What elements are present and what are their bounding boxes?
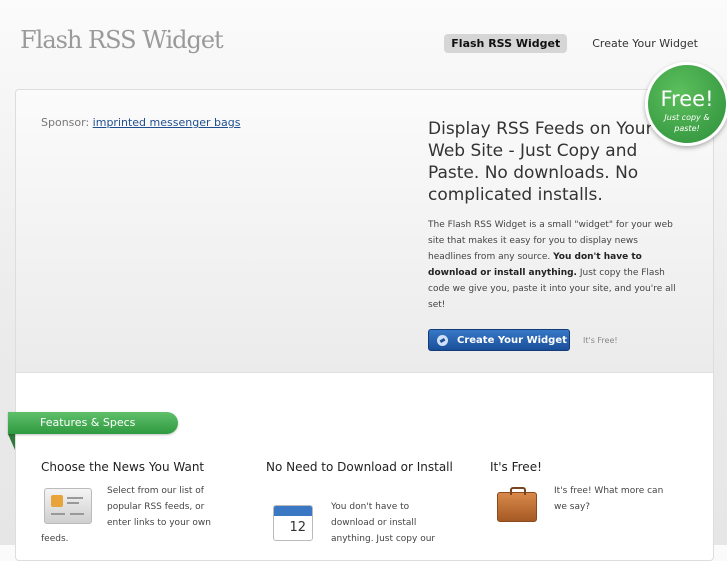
- hero-description: The Flash RSS Widget is a small "widget"…: [428, 217, 683, 313]
- feature-title: Choose the News You Want: [41, 460, 205, 474]
- site-logo[interactable]: Flash RSS Widget: [20, 26, 224, 54]
- ribbon-fold: [8, 434, 15, 450]
- card-line: [67, 497, 83, 499]
- sponsor-prefix: Sponsor:: [41, 116, 90, 129]
- feature-text: You don't have to download or install an…: [331, 502, 436, 544]
- free-badge-title: Free!: [660, 87, 714, 111]
- calendar-icon: 12: [273, 505, 313, 541]
- hero-section: Sponsor: imprinted messenger bags Displa…: [16, 90, 713, 373]
- card-line: [70, 513, 84, 515]
- create-widget-button[interactable]: Create Your Widget: [428, 329, 570, 351]
- nav-item-create-widget[interactable]: Create Your Widget: [585, 34, 705, 53]
- create-widget-button-label: Create Your Widget: [457, 334, 567, 346]
- nav-item-flash-rss-widget[interactable]: Flash RSS Widget: [444, 34, 568, 53]
- hero-title: Display RSS Feeds on Your Web Site - Jus…: [428, 119, 653, 205]
- free-badge-subtitle-1: Just copy &: [664, 113, 710, 122]
- briefcase-icon: [497, 487, 537, 522]
- feature-no-download: No Need to Download or Install You don't…: [266, 459, 461, 544]
- contact-card-icon: [44, 488, 92, 524]
- free-note: It's Free!: [583, 336, 618, 345]
- feature-text: It's free! What more can we say?: [554, 486, 664, 512]
- free-badge: Free! Just copy & paste!: [645, 62, 727, 146]
- sponsor-link[interactable]: imprinted messenger bags: [93, 116, 241, 129]
- feature-free: It's Free! It's free! What more can we s…: [490, 459, 685, 512]
- avatar: [51, 495, 63, 507]
- calendar-number: 12: [289, 520, 306, 535]
- feature-text: Select from our list of popular RSS feed…: [107, 486, 211, 528]
- sponsor-line: Sponsor: imprinted messenger bags: [41, 116, 240, 129]
- feature-choose-news: Choose the News You Want Select from our…: [41, 459, 236, 544]
- card-line: [51, 513, 65, 515]
- main-nav: Flash RSS Widget Create Your Widget: [444, 34, 705, 53]
- features-ribbon: Features & Specs: [8, 412, 178, 434]
- free-badge-subtitle-2: paste!: [674, 124, 700, 133]
- arrow-icon: [437, 334, 448, 346]
- calendar-header: [274, 506, 312, 516]
- feature-title: No Need to Download or Install: [266, 460, 453, 474]
- feature-title: It's Free!: [490, 460, 542, 474]
- card-line: [67, 502, 79, 504]
- site-header: Flash RSS Widget Flash RSS Widget Create…: [0, 0, 727, 88]
